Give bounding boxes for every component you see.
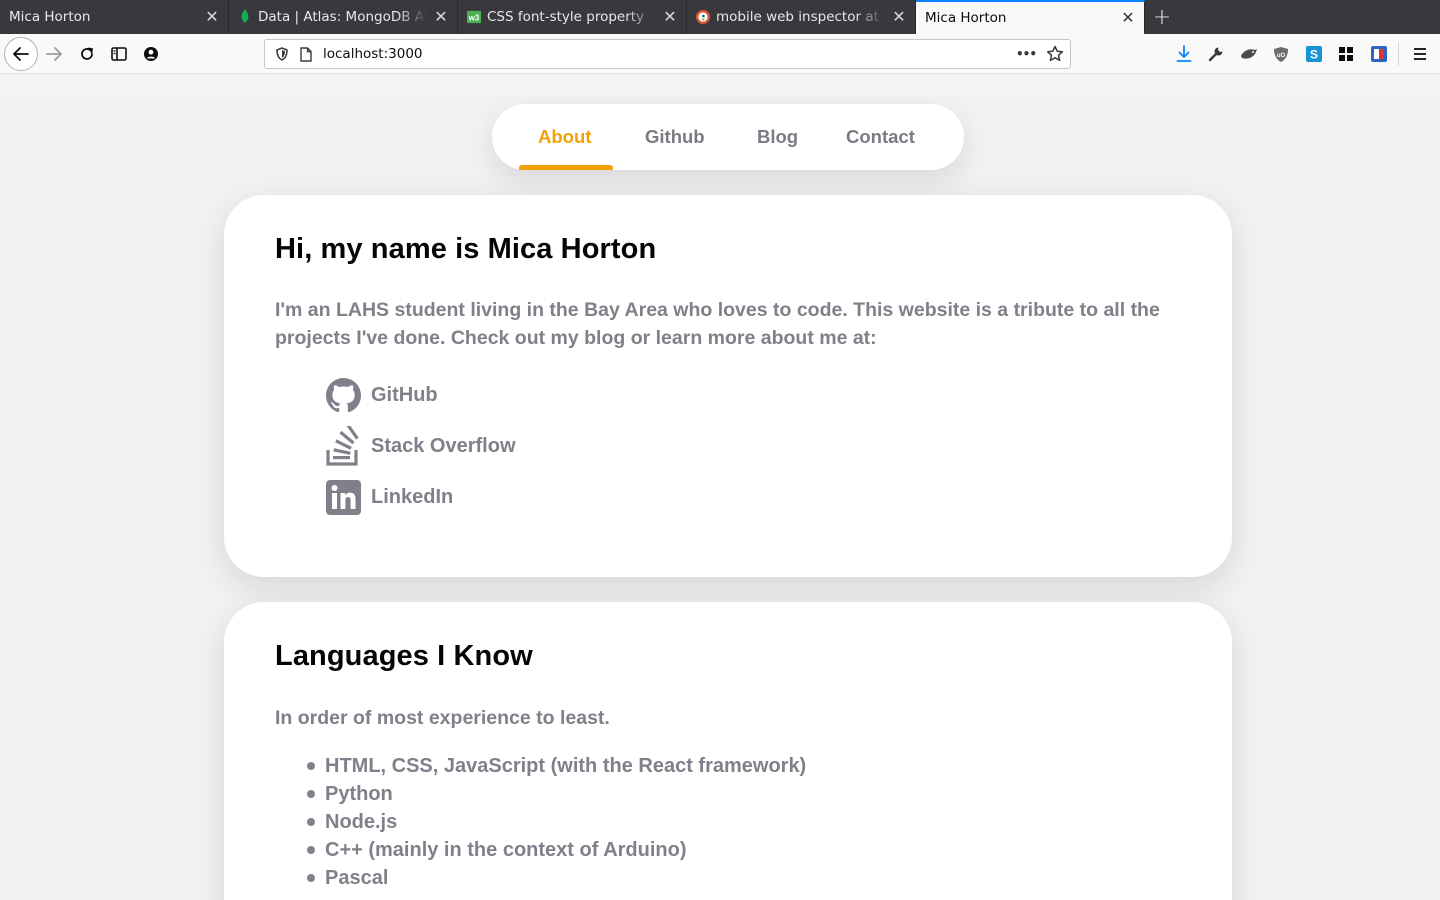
close-icon[interactable]: ✕: [204, 9, 220, 25]
tab-title: Mica Horton: [9, 9, 91, 25]
languages-list: HTML, CSS, JavaScript (with the React fr…: [307, 752, 806, 892]
navigation-toolbar: localhost:3000 ••• uO S: [0, 34, 1440, 74]
svg-text:uO: uO: [1277, 53, 1286, 59]
stackoverflow-link[interactable]: Stack Overflow: [371, 435, 516, 458]
url-bar[interactable]: localhost:3000 •••: [264, 39, 1071, 69]
reload-icon: [81, 47, 93, 60]
forward-arrow-icon: [46, 47, 62, 61]
languages-subtitle: In order of most experience to least.: [275, 707, 610, 729]
tab-mica-horton-1[interactable]: Mica Horton ✕: [0, 0, 229, 34]
duckduckgo-icon: [696, 10, 710, 24]
page-actions-icon[interactable]: •••: [1016, 47, 1037, 61]
linkedin-link[interactable]: LinkedIn: [371, 486, 453, 509]
tab-mica-horton-active[interactable]: Mica Horton ✕: [916, 0, 1145, 34]
svg-text:w3: w3: [468, 14, 480, 23]
sidebar-button[interactable]: [103, 38, 135, 70]
sidebar-icon: [111, 47, 127, 61]
new-tab-button[interactable]: +: [1145, 0, 1179, 34]
developer-tools-wrench-icon[interactable]: [1205, 43, 1227, 65]
mongodb-leaf-icon: [238, 9, 252, 25]
languages-card: Languages I Know In order of most experi…: [224, 602, 1232, 900]
about-heading: Hi, my name is Mica Horton: [275, 233, 657, 265]
about-intro: I'm an LAHS student living in the Bay Ar…: [275, 299, 1160, 349]
toolbar-divider: [1398, 42, 1399, 66]
close-icon[interactable]: ✕: [662, 9, 678, 25]
list-item: C++ (mainly in the context of Arduino): [307, 836, 806, 864]
forward-button[interactable]: [38, 38, 70, 70]
tab-title: CSS font-style property: [487, 9, 645, 25]
tab-title: mobile web inspector at DuckDuckGo: [716, 9, 885, 25]
react-devtools-extension-icon[interactable]: [1368, 43, 1390, 65]
tab-title: Data | Atlas: MongoDB Atlas: [258, 9, 427, 25]
account-icon: [144, 47, 158, 61]
svg-text:S: S: [1310, 48, 1318, 62]
linkedin-link-item: LinkedIn: [325, 477, 453, 517]
tab-duckduckgo[interactable]: mobile web inspector at DuckDuckGo ✕: [687, 0, 916, 34]
back-button[interactable]: [4, 37, 38, 71]
languages-heading: Languages I Know: [275, 640, 533, 672]
list-item: Python: [307, 780, 806, 808]
github-link[interactable]: GitHub: [371, 384, 438, 407]
page-info-icon[interactable]: [295, 43, 317, 65]
url-text[interactable]: localhost:3000: [323, 46, 1016, 62]
nav-blog[interactable]: Blog: [757, 126, 798, 148]
nav-active-indicator: [519, 165, 613, 170]
tab-w3schools[interactable]: w3 CSS font-style property ✕: [458, 0, 687, 34]
close-icon[interactable]: ✕: [433, 9, 449, 25]
pocket-bird-extension-icon[interactable]: [1238, 43, 1260, 65]
tab-strip: Mica Horton ✕ Data | Atlas: MongoDB Atla…: [0, 0, 1440, 34]
tracking-shield-icon[interactable]: [271, 43, 293, 65]
list-item: Pascal: [307, 864, 806, 892]
github-icon[interactable]: [325, 375, 361, 415]
account-button[interactable]: [135, 38, 167, 70]
linkedin-icon[interactable]: [325, 477, 361, 517]
about-card: Hi, my name is Mica Horton I'm an LAHS s…: [224, 195, 1232, 577]
stackoverflow-icon[interactable]: [325, 426, 361, 466]
list-item: HTML, CSS, JavaScript (with the React fr…: [307, 752, 806, 780]
w3schools-icon: w3: [467, 10, 481, 24]
github-link-item: GitHub: [325, 375, 438, 415]
skype-extension-icon[interactable]: S: [1303, 43, 1325, 65]
ublock-origin-icon[interactable]: uO: [1270, 43, 1292, 65]
tab-title: Mica Horton: [925, 10, 1007, 26]
back-arrow-icon: [13, 47, 29, 61]
list-item: Node.js: [307, 808, 806, 836]
close-icon[interactable]: ✕: [891, 9, 907, 25]
site-nav: About Github Blog Contact: [492, 104, 964, 170]
hamburger-menu-icon[interactable]: [1409, 43, 1431, 65]
downloads-icon[interactable]: [1173, 43, 1195, 65]
apps-grid-extension-icon[interactable]: [1335, 43, 1357, 65]
nav-github[interactable]: Github: [645, 126, 705, 148]
reload-button[interactable]: [71, 38, 103, 70]
nav-contact[interactable]: Contact: [846, 126, 915, 148]
nav-about[interactable]: About: [538, 126, 591, 148]
close-icon[interactable]: ✕: [1120, 10, 1136, 26]
page-content: About Github Blog Contact Hi, my name is…: [0, 96, 1440, 900]
tab-mongodb-atlas[interactable]: Data | Atlas: MongoDB Atlas ✕: [229, 0, 458, 34]
bookmark-star-icon[interactable]: [1046, 45, 1064, 63]
stackoverflow-link-item: Stack Overflow: [325, 426, 516, 466]
